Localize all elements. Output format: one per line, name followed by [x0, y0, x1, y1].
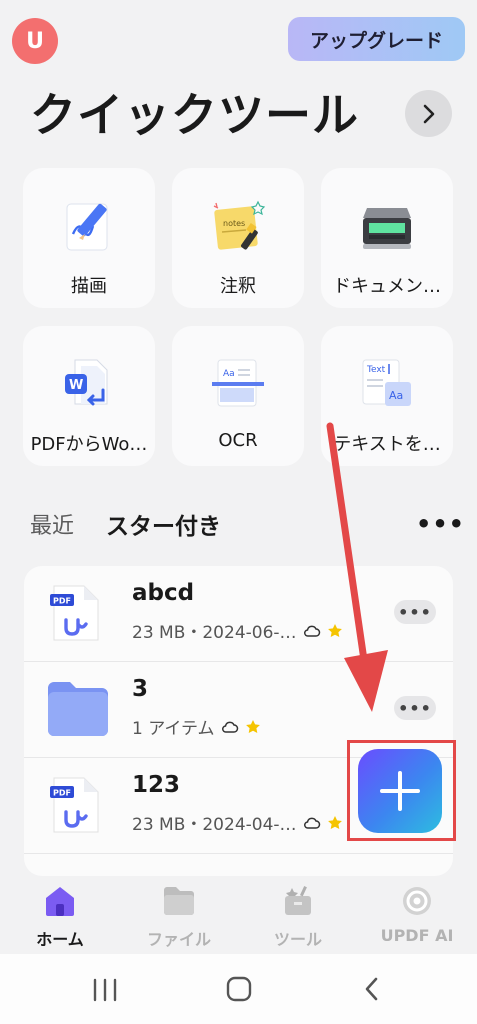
folder-icon — [48, 682, 108, 736]
file-meta: 23 MB・2024-04-… — [132, 815, 297, 835]
tool-label: OCR — [218, 430, 258, 451]
avatar[interactable]: U — [12, 18, 58, 64]
nav-ai-label: UPDF AI — [380, 926, 454, 945]
svg-text:Aa: Aa — [223, 369, 235, 379]
home-icon — [46, 887, 74, 916]
back-icon[interactable] — [362, 976, 382, 1002]
nav-tools[interactable]: ツール — [243, 884, 353, 950]
upgrade-button[interactable]: アップグレード — [288, 17, 465, 61]
pdf-file-icon: PDF — [50, 777, 99, 833]
nav-home[interactable]: ホーム — [5, 884, 115, 950]
svg-text:notes: notes — [223, 219, 245, 228]
tool-draw[interactable]: 描画 — [23, 168, 155, 308]
cloud-icon — [303, 625, 320, 637]
star-icon — [327, 815, 342, 829]
file-name: abcd — [132, 580, 195, 606]
tool-pdf-to-word[interactable]: W PDFからWo… — [23, 326, 155, 466]
system-home-icon[interactable] — [226, 976, 252, 1002]
tool-label: ドキュメン… — [333, 276, 441, 297]
svg-text:Aa: Aa — [389, 389, 403, 402]
add-button[interactable] — [358, 749, 442, 833]
bottom-nav: ホーム ファイル ツール UPDF AI — [0, 876, 477, 954]
nav-files[interactable]: ファイル — [124, 884, 234, 950]
file-name: 123 — [132, 772, 181, 798]
page-title: クイックツール — [30, 88, 359, 142]
file-meta: 23 MB・2024-06-… — [132, 623, 297, 643]
system-nav-bar — [0, 954, 477, 1024]
star-icon — [245, 719, 260, 733]
list-options-icon[interactable]: ••• — [416, 510, 465, 538]
nav-updf-ai[interactable]: UPDF AI — [362, 884, 472, 945]
svg-text:PDF: PDF — [53, 597, 71, 606]
pdf-to-word-icon: W — [65, 359, 108, 406]
plus-icon — [380, 771, 420, 811]
tool-label: 描画 — [71, 276, 107, 297]
ai-icon — [403, 887, 431, 915]
cloud-icon — [303, 817, 320, 829]
folder-name: 3 — [132, 676, 149, 702]
nav-home-label: ホーム — [36, 930, 84, 949]
nav-tools-label: ツール — [273, 930, 322, 949]
ocr-icon: Aa — [212, 359, 264, 407]
tool-scan-document[interactable]: ドキュメン… — [321, 168, 453, 308]
toolbox-icon — [285, 886, 311, 915]
tab-recent[interactable]: 最近 — [30, 508, 74, 540]
tool-annotate[interactable]: notes 注釈 — [172, 168, 304, 308]
svg-text:W: W — [69, 378, 83, 393]
tool-label: PDFからWo… — [30, 434, 148, 455]
text-convert-icon: Text Aa — [362, 359, 411, 406]
cloud-icon — [221, 721, 238, 733]
folder-meta: 1 アイテム — [132, 719, 215, 739]
tab-starred[interactable]: スター付き — [106, 507, 221, 541]
chevron-right-icon — [423, 104, 434, 123]
folder-icon — [164, 887, 194, 915]
recent-apps-icon[interactable] — [92, 978, 118, 1002]
pen-draw-icon — [66, 203, 108, 251]
quick-tools-more-button[interactable] — [405, 90, 452, 137]
tool-label: 注釈 — [220, 276, 256, 297]
nav-files-label: ファイル — [146, 930, 211, 949]
folder-options-button[interactable]: ••• — [394, 696, 436, 720]
annotation-arrow — [326, 422, 388, 712]
svg-text:PDF: PDF — [53, 789, 71, 798]
file-options-button[interactable]: ••• — [394, 600, 436, 624]
scanner-icon — [363, 208, 411, 249]
pdf-file-icon: PDF — [50, 585, 99, 641]
sticky-note-icon: notes — [213, 200, 266, 250]
svg-text:Text: Text — [366, 365, 386, 375]
tool-ocr[interactable]: Aa OCR — [172, 326, 304, 466]
